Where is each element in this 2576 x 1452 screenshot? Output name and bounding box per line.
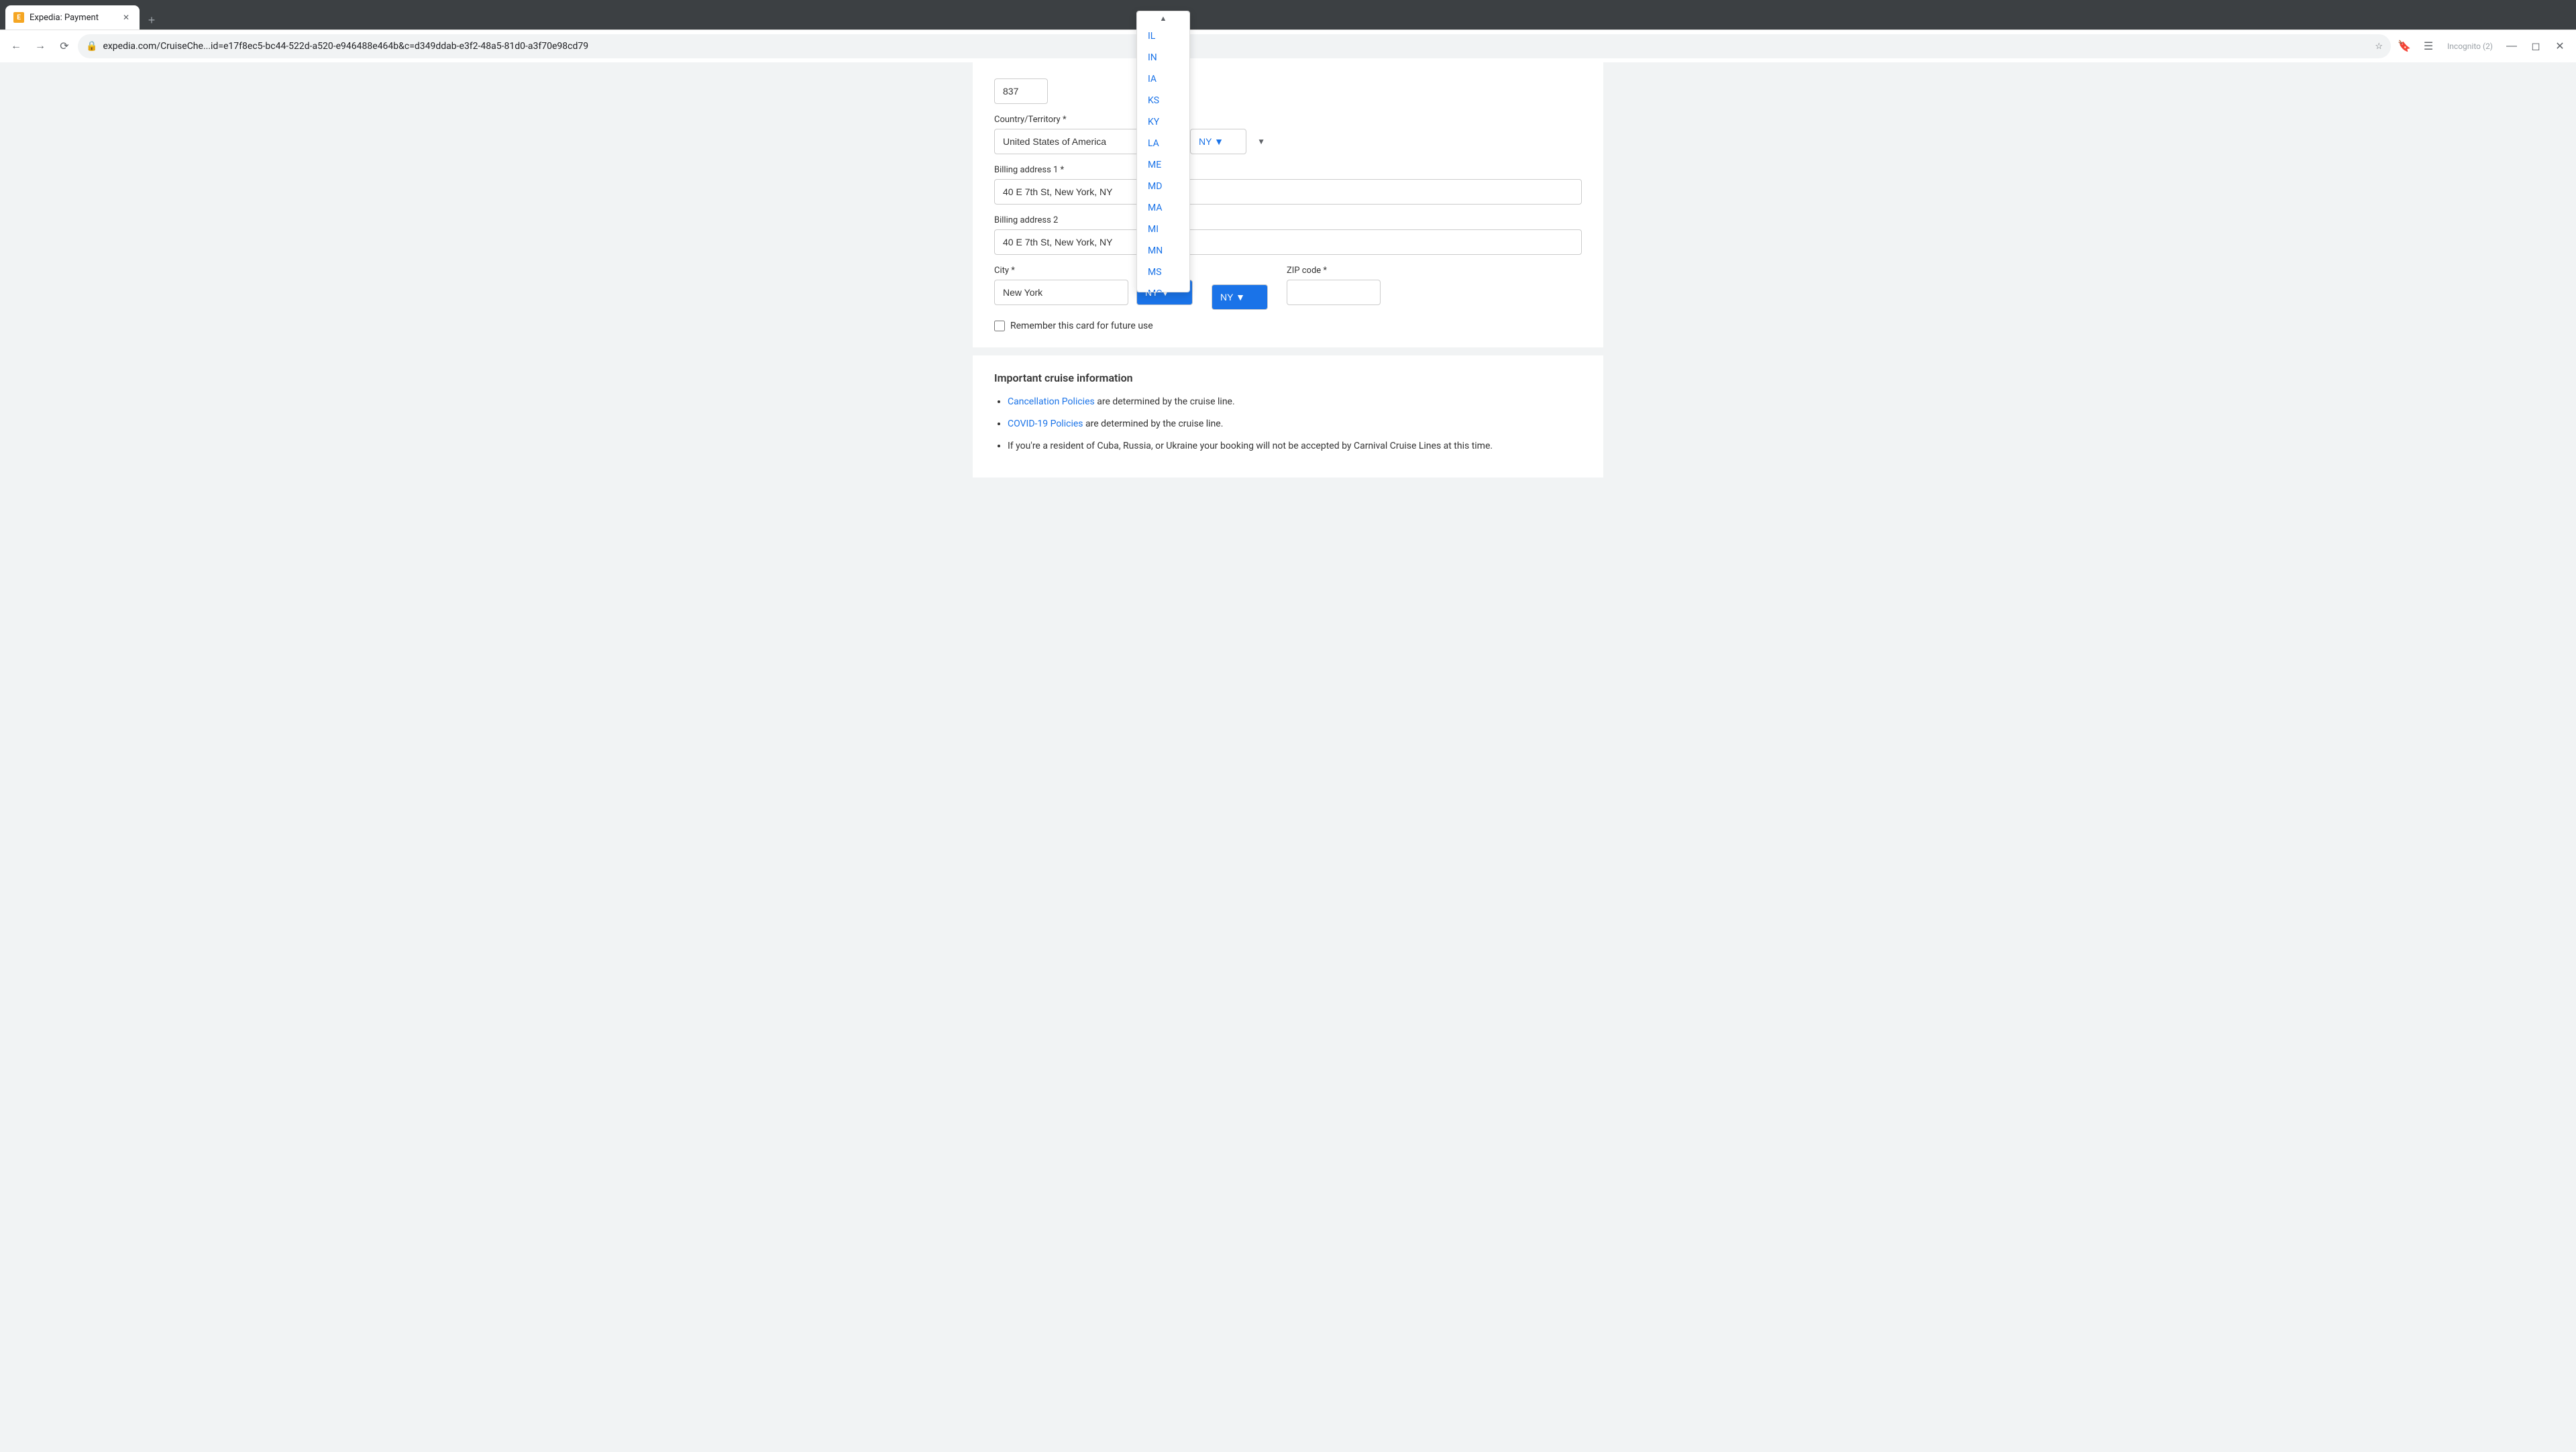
dropdown-item-MS[interactable]: MS <box>1137 262 1189 283</box>
dropdown-scroll-up[interactable]: ▲ <box>1137 11 1189 25</box>
new-tab-button[interactable]: + <box>142 11 161 30</box>
address-bar-row: ← → ⟳ 🔒 expedia.com/CruiseChe...id=e17f8… <box>0 30 2576 62</box>
state-select-display[interactable]: NY ▼ <box>1212 284 1268 310</box>
info-section: Important cruise information Cancellatio… <box>973 355 1603 478</box>
dropdown-item-MI[interactable]: MI <box>1137 219 1189 240</box>
page-content: Country/Territory * NY ▼ ▼ Billing addre… <box>0 62 2576 1452</box>
extensions-button[interactable]: ☰ <box>2418 36 2439 57</box>
billing-address1-input[interactable] <box>994 179 1582 205</box>
residents-text: If you're a resident of Cuba, Russia, or… <box>1008 441 1493 451</box>
info-list: Cancellation Policies are determined by … <box>994 395 1582 453</box>
zip-input[interactable] <box>1287 280 1381 305</box>
city-zip-section: City * NY ▼ ▲ IL <box>994 266 1582 310</box>
billing-address2-field: Billing address 2 <box>994 215 1582 255</box>
url-text: expedia.com/CruiseChe...id=e17f8ec5-bc44… <box>103 41 2369 52</box>
payment-form-section: Country/Territory * NY ▼ ▼ Billing addre… <box>973 62 1603 347</box>
dropdown-item-KY[interactable]: KY <box>1137 111 1189 133</box>
remember-card-label: Remember this card for future use <box>1010 321 1153 331</box>
covid-policies-link[interactable]: COVID-19 Policies <box>1008 418 1083 429</box>
card-last4-input[interactable] <box>994 78 1048 104</box>
tab-favicon: E <box>13 12 24 23</box>
billing-address2-label: Billing address 2 <box>994 215 1582 225</box>
forward-button[interactable]: → <box>30 36 51 57</box>
country-row: NY ▼ ▼ <box>994 129 1582 154</box>
restore-button[interactable]: ◻ <box>2525 36 2546 57</box>
cancellation-policies-text: are determined by the cruise line. <box>1097 396 1234 407</box>
dropdown-item-IL[interactable]: IL <box>1137 25 1189 47</box>
zip-label: ZIP code * <box>1287 266 1381 276</box>
cancellation-policies-link[interactable]: Cancellation Policies <box>1008 396 1095 407</box>
billing-address1-field: Billing address 1 * <box>994 165 1582 205</box>
state-field-display: NY ▼ <box>1212 284 1279 310</box>
country-field: Country/Territory * NY ▼ ▼ <box>994 115 1582 154</box>
lock-icon: 🔒 <box>86 41 97 52</box>
city-field: City * <box>994 266 1128 305</box>
reload-button[interactable]: ⟳ <box>54 36 75 57</box>
zip-field: ZIP code * <box>1287 266 1381 305</box>
billing-address1-label: Billing address 1 * <box>994 165 1582 175</box>
dropdown-item-IA[interactable]: IA <box>1137 68 1189 90</box>
info-item-cancellation: Cancellation Policies are determined by … <box>1008 395 1582 409</box>
incognito-badge: Incognito (2) <box>2442 39 2498 54</box>
state-field: NY ▼ ▲ IL IN IA KS KY LA ME MD MA <box>1136 266 1203 305</box>
state-select-display-wrapper: NY ▼ <box>1212 284 1268 310</box>
city-label: City * <box>994 266 1128 276</box>
dropdown-item-MO[interactable]: MO <box>1137 283 1189 292</box>
dropdown-item-MN[interactable]: MN <box>1137 240 1189 262</box>
card-number-field <box>994 78 1582 104</box>
covid-policies-text: are determined by the cruise line. <box>1085 418 1223 429</box>
country-secondary-select[interactable]: NY ▼ <box>1190 129 1246 154</box>
city-zip-row: City * NY ▼ ▲ IL <box>994 266 1582 310</box>
tab-title: Expedia: Payment <box>30 13 115 23</box>
address-bar[interactable]: 🔒 expedia.com/CruiseChe...id=e17f8ec5-bc… <box>78 34 2391 58</box>
back-button[interactable]: ← <box>5 36 27 57</box>
dropdown-item-MA[interactable]: MA <box>1137 197 1189 219</box>
city-input[interactable] <box>994 280 1128 305</box>
star-icon: ☆ <box>2375 42 2383 52</box>
minimize-button[interactable]: — <box>2501 36 2522 57</box>
billing-address2-input[interactable] <box>994 229 1582 255</box>
tab-close-button[interactable]: ✕ <box>121 12 131 23</box>
chevron-down-icon: ▼ <box>1257 137 1265 146</box>
info-item-covid: COVID-19 Policies are determined by the … <box>1008 417 1582 431</box>
close-window-button[interactable]: ✕ <box>2549 36 2571 57</box>
dropdown-item-LA[interactable]: LA <box>1137 133 1189 154</box>
info-title: Important cruise information <box>994 372 1582 384</box>
dropdown-item-ME[interactable]: ME <box>1137 154 1189 176</box>
country-select-wrapper: NY ▼ ▼ <box>1190 129 1271 154</box>
tab-bar: E Expedia: Payment ✕ + <box>0 0 2576 30</box>
remember-card-row: Remember this card for future use <box>994 321 1582 331</box>
active-tab[interactable]: E Expedia: Payment ✕ <box>5 5 140 30</box>
remember-card-checkbox[interactable] <box>994 321 1005 331</box>
dropdown-item-KS[interactable]: KS <box>1137 90 1189 111</box>
dropdown-item-MD[interactable]: MD <box>1137 176 1189 197</box>
info-item-residents: If you're a resident of Cuba, Russia, or… <box>1008 439 1582 453</box>
bookmark-button[interactable]: 🔖 <box>2394 36 2415 57</box>
country-label: Country/Territory * <box>994 115 1582 125</box>
dropdown-item-IN[interactable]: IN <box>1137 47 1189 68</box>
state-dropdown[interactable]: ▲ IL IN IA KS KY LA ME MD MA MI MN MS MO <box>1136 11 1190 292</box>
